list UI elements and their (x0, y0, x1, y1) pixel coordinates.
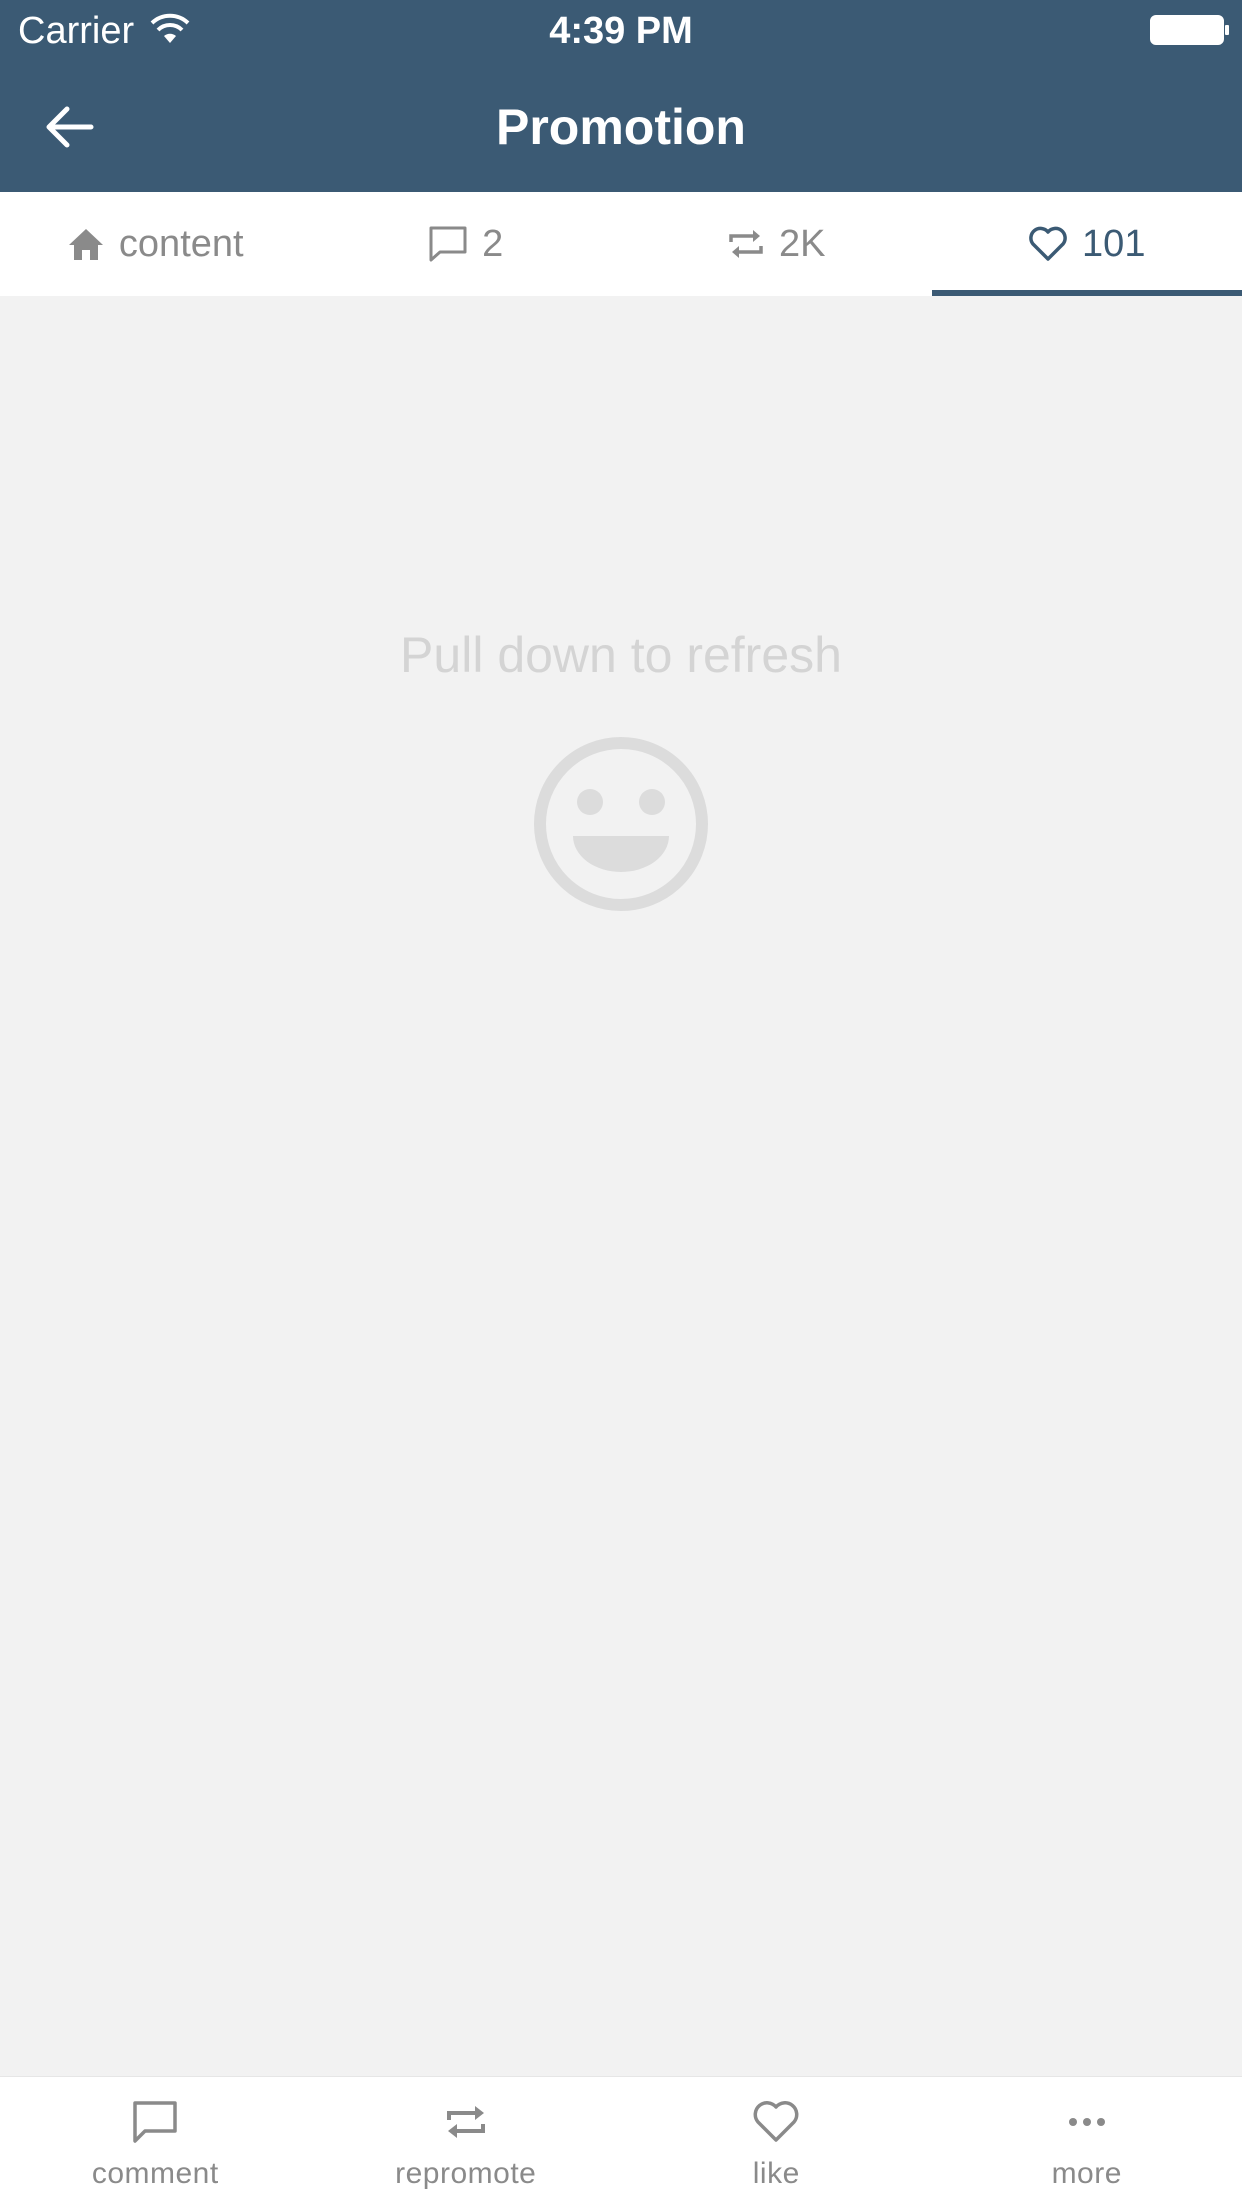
clock: 4:39 PM (549, 10, 693, 52)
home-icon (68, 229, 103, 260)
tab-bar: content 2 2K 101 (0, 192, 1242, 296)
comment-label: comment (91, 2157, 219, 2190)
empty-state-message: Pull down to refresh (400, 627, 842, 683)
heart-icon (1029, 226, 1067, 261)
tab-likes[interactable]: 101 (931, 192, 1242, 296)
repromote-button[interactable]: repromote (311, 2077, 622, 2208)
tab-comments[interactable]: 2 (311, 192, 622, 296)
like-button[interactable]: like (621, 2077, 932, 2208)
more-label: more (1051, 2157, 1122, 2190)
navigation-bar: Promotion (0, 62, 1242, 192)
arrow-left-icon (46, 106, 94, 148)
more-icon (1068, 2118, 1105, 2126)
tab-repromotes[interactable]: 2K (621, 192, 932, 296)
bottom-toolbar: comment repromote like more (0, 2076, 1242, 2208)
likes-list[interactable]: Pull down to refresh (0, 296, 1242, 2076)
back-button[interactable] (30, 92, 110, 162)
page-title: Promotion (496, 99, 746, 155)
like-label: like (752, 2157, 800, 2190)
battery-icon (1150, 15, 1229, 45)
smiley-icon (534, 737, 708, 911)
more-button[interactable]: more (932, 2077, 1242, 2208)
comment-icon (429, 226, 467, 262)
repost-icon (729, 230, 763, 258)
tab-content[interactable]: content (0, 192, 311, 296)
tab-count: 101 (1082, 222, 1146, 265)
tab-count: 2 (482, 222, 504, 265)
repromote-label: repromote (395, 2157, 537, 2190)
heart-icon (753, 2101, 799, 2142)
tab-label: content (118, 222, 244, 265)
tab-count: 2K (779, 222, 826, 265)
comment-button[interactable]: comment (0, 2077, 311, 2208)
repost-icon (446, 2106, 485, 2138)
comment-icon (133, 2101, 177, 2143)
status-bar: Carrier 4:39 PM (0, 0, 1242, 62)
